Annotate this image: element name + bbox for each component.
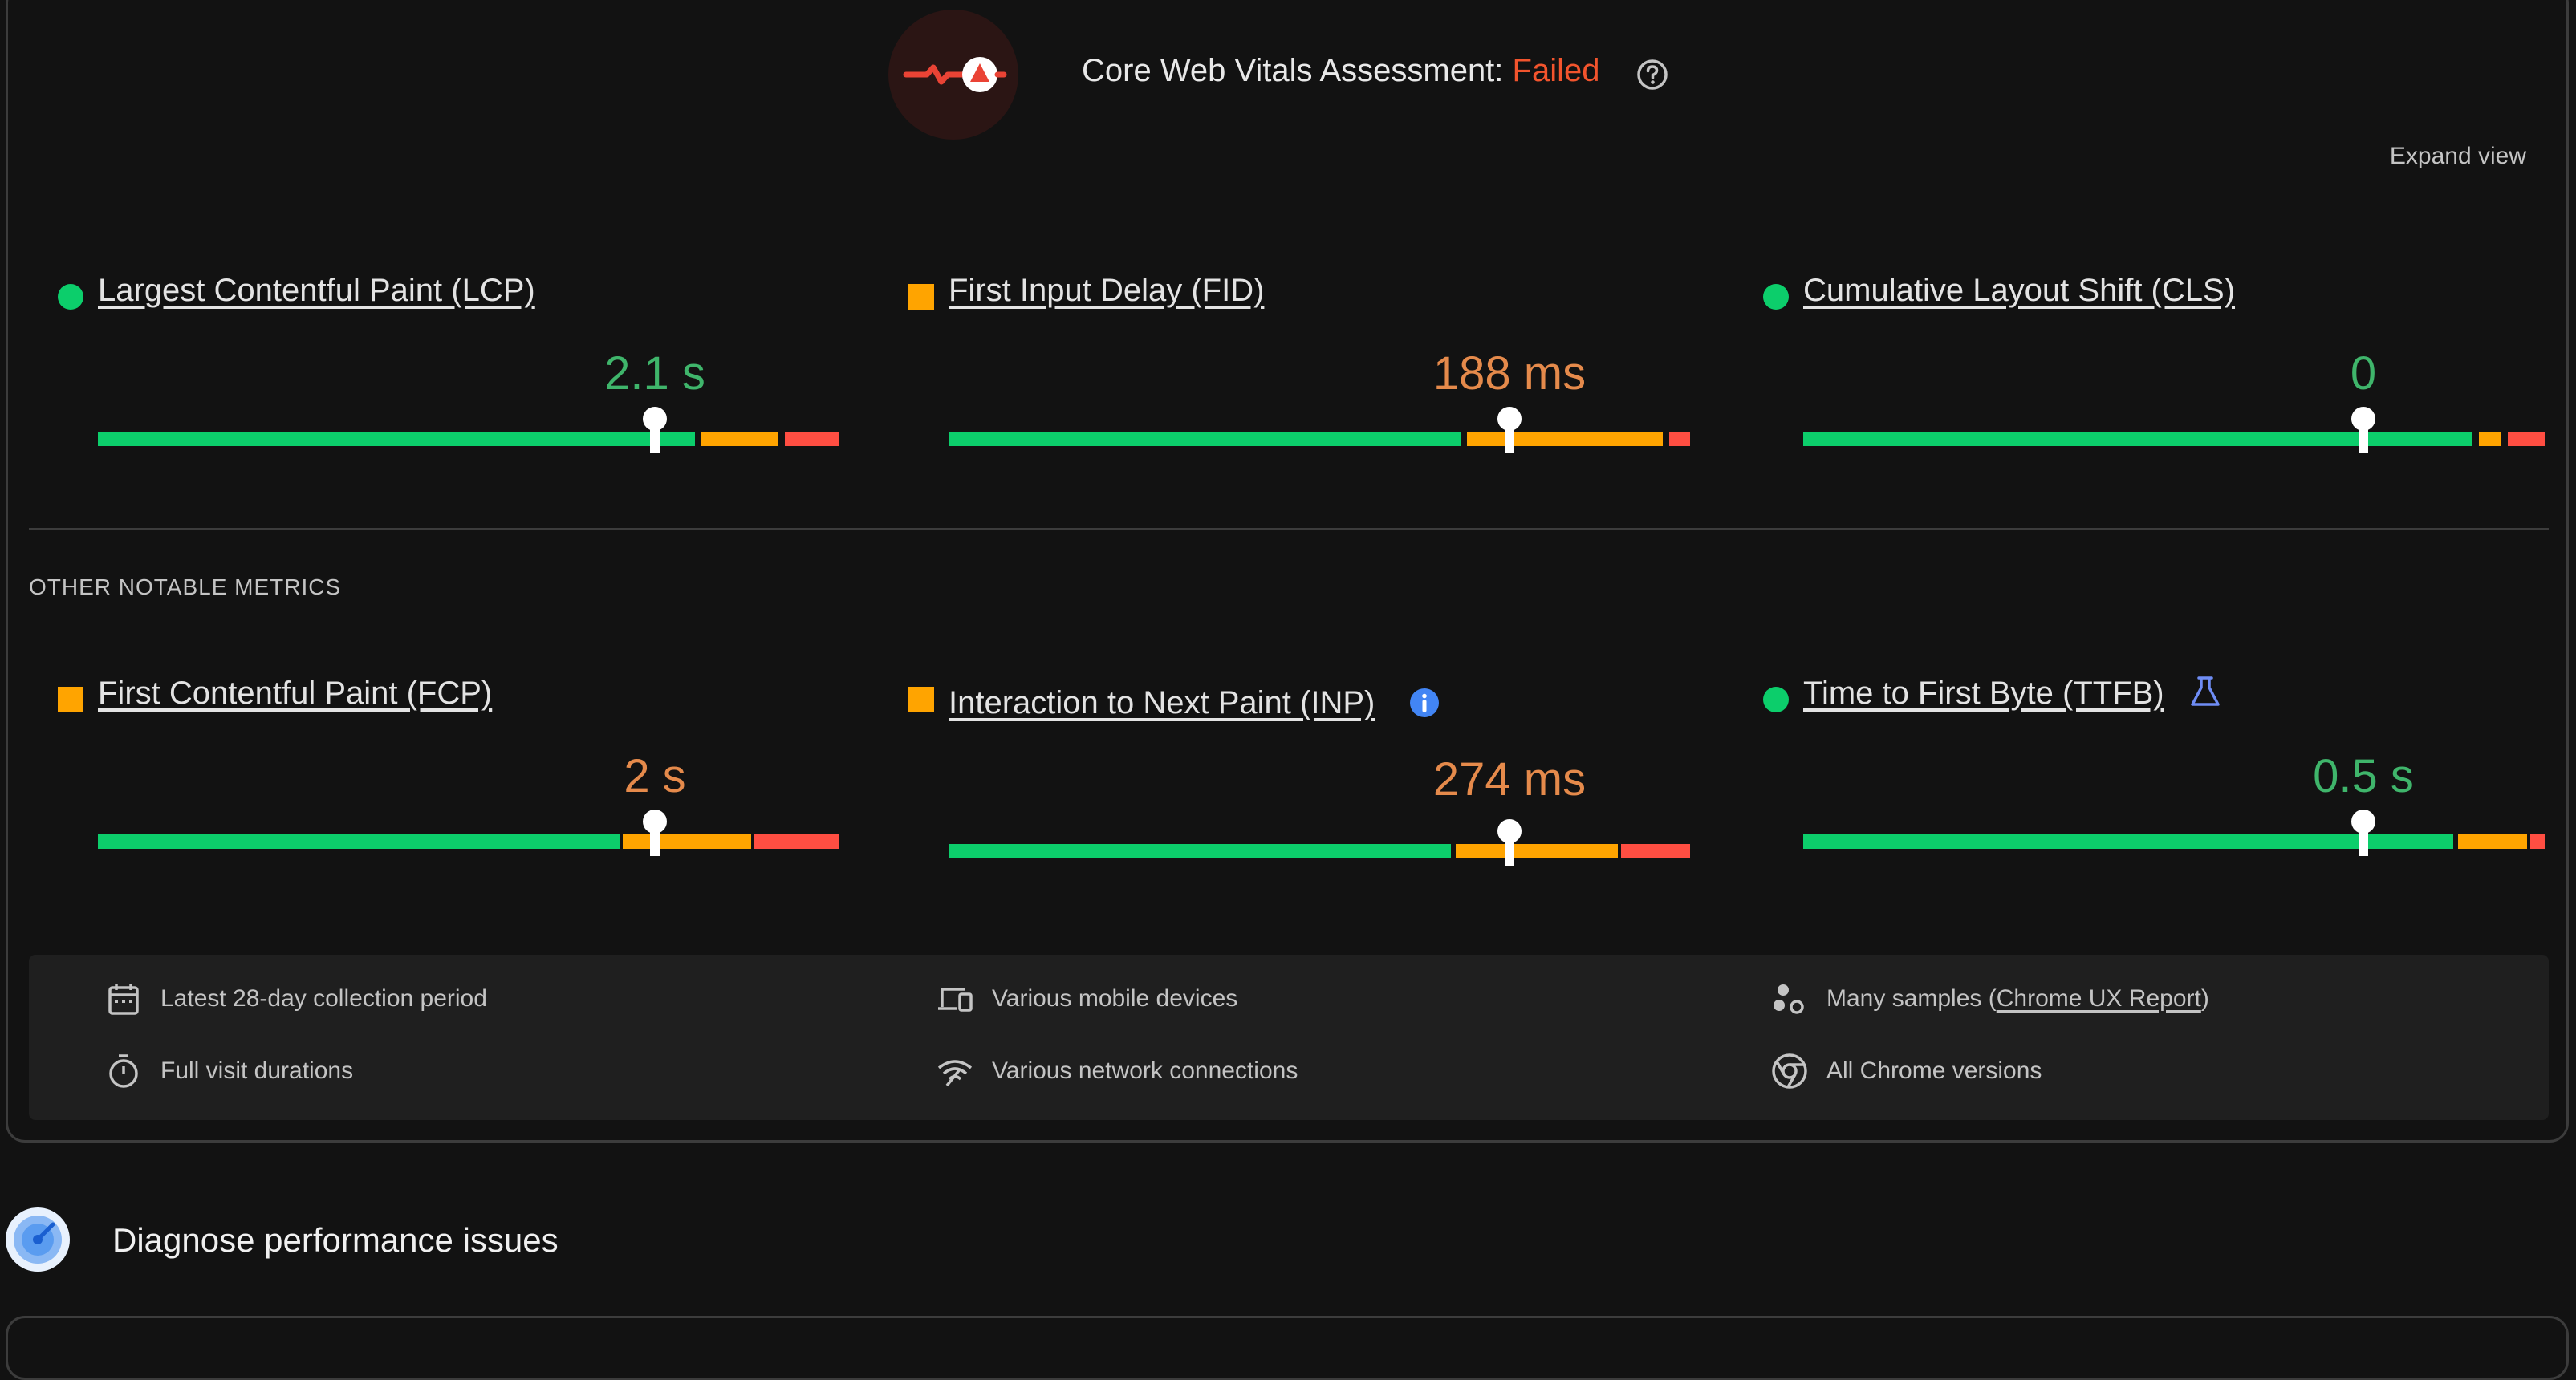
network-info: Various network connections [936,1051,1298,1091]
metric-value-lcp: 2.1 s [604,347,705,400]
assessment-title: Core Web Vitals Assessment: Failed [1082,53,1600,89]
distribution-bar [949,844,1690,858]
metric-value-fid: 188 ms [1432,347,1587,400]
collection-period-text: Latest 28-day collection period [160,985,487,1012]
metric-inp: Interaction to Next Paint (INP) 274 ms [908,676,1690,916]
good-status-icon [1763,284,1789,310]
value-marker-pin [2351,407,2375,453]
collection-period-info: Latest 28-day collection period [104,979,487,1019]
needs-improvement-status-icon [58,687,83,712]
assessment-status: Failed [1512,53,1600,88]
devices-icon [938,988,973,1012]
metric-value-fcp: 2 s [624,750,686,802]
metric-fcp: First Contentful Paint (FCP) 2 s [58,676,839,916]
failed-trend-icon [903,57,1007,92]
chrome-icon [1772,1053,1807,1089]
network-text: Various network connections [992,1057,1298,1084]
value-marker-pin [1497,819,1522,866]
value-marker-pin [643,407,667,453]
distribution-bar [98,432,839,446]
metric-ttfb: Time to First Byte (TTFB) 0.5 s [1763,676,2545,916]
info-icon[interactable] [1408,687,1440,719]
distribution-bar [1803,432,2545,446]
samples-info: Many samples (Chrome UX Report) [1770,979,2209,1019]
assessment-failed-badge [888,10,1018,140]
samples-prefix: Many samples ( [1826,985,1997,1012]
metric-fid: First Input Delay (FID) 188 ms [908,273,1690,513]
durations-info: Full visit durations [104,1051,353,1091]
good-status-icon [58,284,83,310]
other-metrics-heading: OTHER NOTABLE METRICS [29,574,342,599]
metric-value-inp: 274 ms [1432,753,1587,806]
lab-flask-icon [2191,676,2220,706]
durations-text: Full visit durations [160,1057,354,1084]
devices-text: Various mobile devices [992,985,1238,1012]
chrome-versions-text: All Chrome versions [1826,1057,2042,1084]
devices-info: Various mobile devices [936,979,1237,1019]
chrome-versions-info: All Chrome versions [1770,1051,2042,1091]
needs-improvement-status-icon [908,284,934,310]
metric-value-cls: 0 [2350,347,2377,400]
metric-value-ttfb: 0.5 s [2313,750,2414,802]
value-marker-pin [1497,407,1522,453]
metric-lcp: Largest Contentful Paint (LCP) 2.1 s [58,273,839,513]
calendar-icon [108,984,139,1015]
network-signal-icon [937,1060,973,1087]
lab-data-panel [6,1316,2569,1380]
samples-suffix: ) [2200,985,2209,1012]
metric-title-cls[interactable]: Cumulative Layout Shift (CLS) [1803,273,2235,309]
assessment-label: Core Web Vitals Assessment: [1082,53,1504,88]
distribution-bar [1803,834,2545,849]
diagnose-section: Diagnose performance issues [0,1203,2576,1284]
metric-title-inp[interactable]: Interaction to Next Paint (INP) [949,685,1375,721]
distribution-bar [98,834,839,849]
diagnose-title: Diagnose performance issues [112,1221,559,1259]
distribution-bar [949,432,1690,446]
needs-improvement-status-icon [908,687,934,712]
metric-title-fcp[interactable]: First Contentful Paint (FCP) [98,676,492,712]
section-divider [29,528,2549,530]
samples-icon [1774,984,1804,1014]
good-status-icon [1763,687,1789,712]
help-circle-icon[interactable] [1635,58,1669,91]
chrome-ux-report-link[interactable]: Chrome UX Report [1997,985,2201,1013]
stopwatch-icon [109,1054,138,1088]
value-marker-pin [643,810,667,856]
metric-title-fid[interactable]: First Input Delay (FID) [949,273,1264,309]
value-marker-pin [2351,810,2375,856]
expand-view-button[interactable]: Expand view [2390,143,2526,170]
metric-title-lcp[interactable]: Largest Contentful Paint (LCP) [98,273,535,309]
metric-cls: Cumulative Layout Shift (CLS) 0 [1763,273,2545,513]
metric-title-ttfb[interactable]: Time to First Byte (TTFB) [1803,676,2164,712]
lighthouse-gauge-icon [6,1208,70,1272]
data-source-info: Latest 28-day collection period Various … [29,955,2549,1120]
